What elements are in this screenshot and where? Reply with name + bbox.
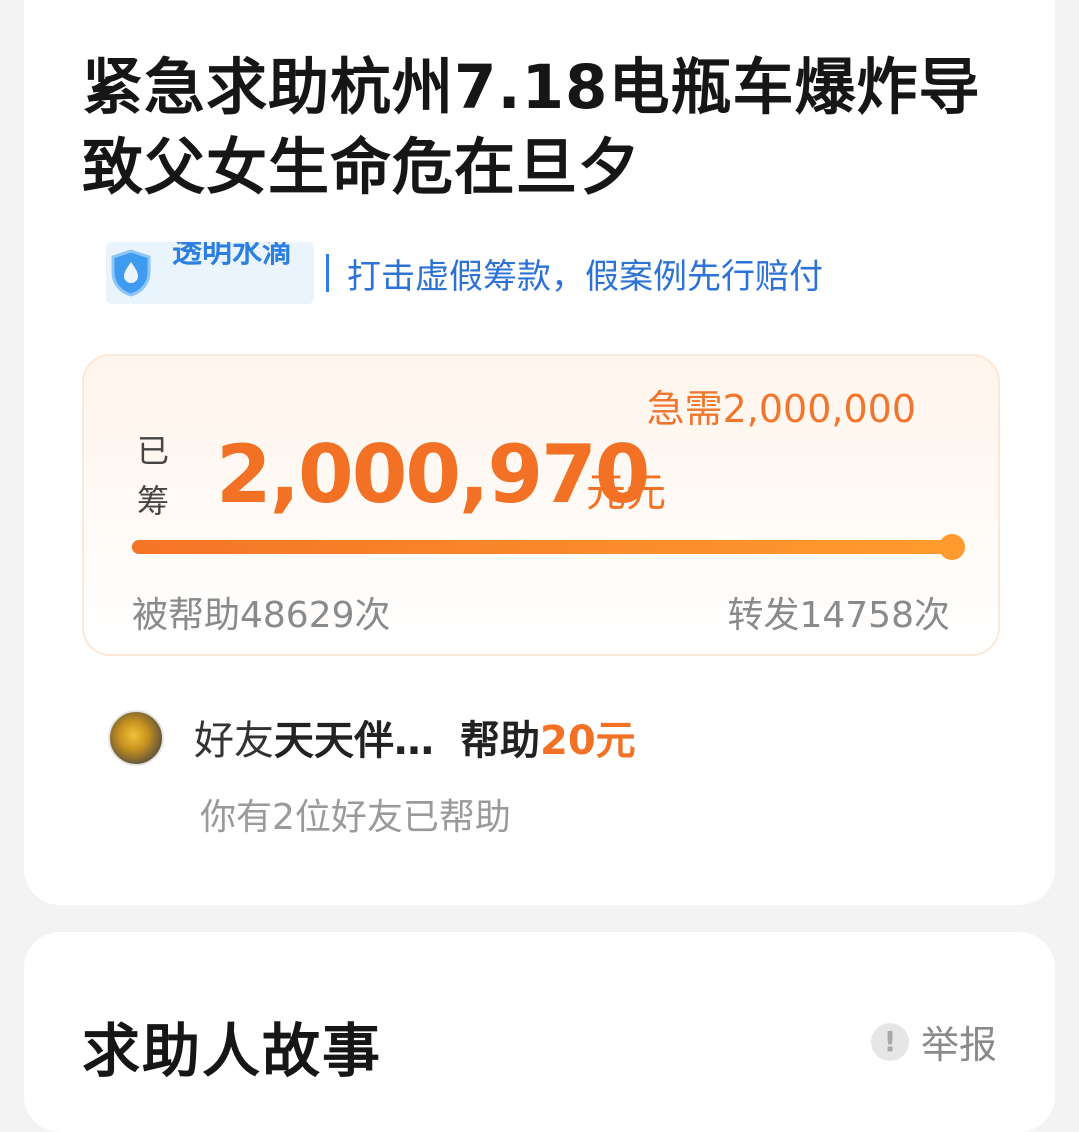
avatar (108, 710, 164, 766)
story-title: 求助人故事 (82, 1017, 383, 1085)
progress-fill (132, 540, 952, 554)
campaign-card: 紧急求助杭州7.18电瓶车爆炸导致父女生命危在旦夕 透明水滴 打击虚假筹款，假案… (24, 0, 1055, 905)
divider (326, 254, 329, 292)
trust-slogan: 打击虚假筹款，假案例先行赔付 (347, 256, 823, 297)
raised-unit: 元元 (586, 470, 666, 516)
friend-name: 天天伴… (274, 718, 434, 764)
friend-help-subtext: 你有2位好友已帮助 (200, 797, 511, 838)
trust-badge: 透明水滴 (106, 242, 314, 304)
campaign-title: 紧急求助杭州7.18电瓶车爆炸导致父女生命危在旦夕 (82, 52, 981, 203)
trust-badge-text: 透明水滴 (172, 242, 292, 270)
friend-amount: 20元 (540, 718, 636, 764)
goal-amount: 急需2,000,000 (646, 387, 916, 431)
progress-bar (132, 534, 965, 560)
report-label: 举报 (920, 1023, 997, 1067)
shield-icon (111, 249, 151, 297)
raised-amount: 2,000,970 (216, 428, 650, 521)
shared-count: 转发14758次 (727, 595, 950, 636)
exclamation-icon: ! (870, 1022, 909, 1061)
report-button[interactable]: ! 举报 (870, 1014, 997, 1069)
friend-help-line: 好友天天伴… 帮助20元 (194, 708, 636, 766)
story-card: 求助人故事 ! 举报 (24, 932, 1055, 1132)
progress-knob (939, 534, 965, 560)
friend-prefix: 好友 (194, 718, 274, 764)
funding-panel: 急需2,000,000 已筹 2,000,970 元元 被帮助48629次 转发… (82, 354, 1000, 656)
friend-help-row[interactable]: 好友天天伴… 帮助20元 你有2位好友已帮助 (108, 708, 1008, 838)
trust-banner[interactable]: 透明水滴 打击虚假筹款，假案例先行赔付 (106, 242, 986, 304)
helped-count: 被帮助48629次 (132, 595, 391, 636)
raised-label: 已筹 (136, 432, 169, 520)
friend-action: 帮助 (460, 718, 540, 764)
